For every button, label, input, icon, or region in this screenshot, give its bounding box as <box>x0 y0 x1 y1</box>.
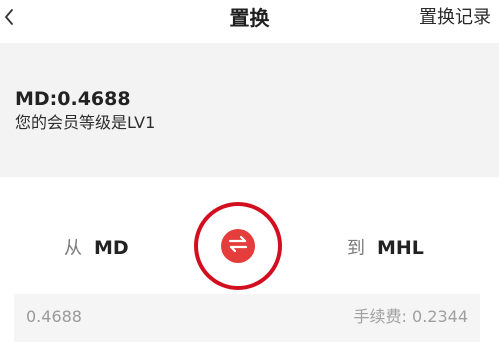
swap-highlight-ring[interactable] <box>194 202 282 290</box>
top-header: 置换 置换记录 <box>0 0 499 40</box>
balance-text: MD:0.4688 <box>15 88 131 110</box>
account-info-card: MD:0.4688 您的会员等级是LV1 <box>0 43 499 177</box>
amount-value: 0.4688 <box>26 307 82 326</box>
from-prefix-label: 从 <box>64 238 82 259</box>
to-token-selector[interactable]: 到 MHL <box>347 236 424 261</box>
fee-text: 手续费: 0.2344 <box>353 307 468 326</box>
amount-input-bar[interactable]: 0.4688 手续费: 0.2344 <box>14 294 480 342</box>
to-prefix-label: 到 <box>347 238 365 259</box>
exchange-history-link[interactable]: 置换记录 <box>419 6 491 30</box>
swap-arrows-icon <box>227 235 249 257</box>
swap-button[interactable] <box>221 229 255 263</box>
to-token-label: MHL <box>377 237 424 259</box>
member-level-text: 您的会员等级是LV1 <box>15 113 156 132</box>
from-token-label: MD <box>94 237 129 259</box>
from-token-selector[interactable]: 从 MD <box>64 236 129 261</box>
